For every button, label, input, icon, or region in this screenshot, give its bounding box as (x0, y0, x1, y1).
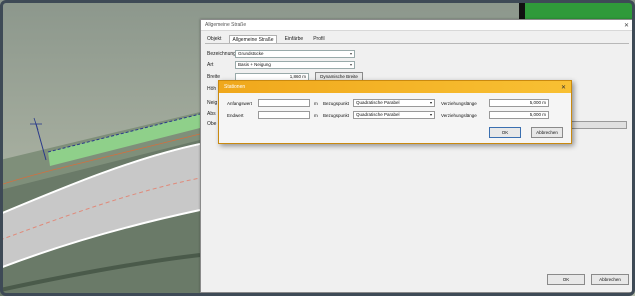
bezugspunkt-label-2: Bezugspunkt (323, 112, 350, 118)
verziehungslaenge-input-2[interactable]: 5,000 m (489, 111, 550, 119)
bezeichnung-combo[interactable]: Grundstücke ▾ (235, 50, 355, 58)
dropdown-arrow-icon: ▾ (430, 100, 433, 105)
row-bezeichnung: Bezeichnung Grundstücke ▾ (207, 50, 355, 58)
bezeichnung-label: Bezeichnung (207, 51, 236, 57)
verziehungslaenge-label-1: Verziehungslänge (441, 100, 477, 106)
verziehungslaenge-input-1[interactable]: 5,000 m (489, 99, 550, 107)
close-icon[interactable]: ✕ (624, 22, 629, 29)
art-combo[interactable]: Basis + Neigung ▾ (235, 61, 355, 69)
close-icon[interactable]: ✕ (561, 84, 566, 91)
ok-button[interactable]: OK (547, 274, 585, 285)
anfangswert-input[interactable] (258, 99, 310, 107)
main-dialog-titlebar[interactable]: Allgemeine Straße ✕ (201, 20, 633, 31)
verziehungslaenge-label-2: Verziehungslänge (441, 112, 477, 118)
toolbar-green-tile (525, 2, 633, 20)
stationen-title: Stationen (224, 84, 246, 90)
art-value: Basis + Neigung (238, 62, 271, 67)
stationen-ok-button[interactable]: OK (489, 127, 521, 138)
stationen-buttons: OK Abbrechen (489, 127, 563, 138)
anfangswert-unit: m (314, 100, 318, 106)
anfangswert-label: Anfangswert (227, 100, 253, 106)
stationen-cancel-button[interactable]: Abbrechen (531, 127, 563, 138)
endwert-label: Endwert (227, 112, 244, 118)
bezugspunkt-select-2[interactable]: Quadratische Parabel ▾ (353, 111, 436, 119)
cancel-button[interactable]: Abbrechen (591, 274, 629, 285)
row-art: Art Basis + Neigung ▾ (207, 61, 355, 69)
bezugspunkt-value-1: Quadratische Parabel (356, 100, 400, 105)
dropdown-arrow-icon: ▾ (430, 112, 433, 117)
endwert-input[interactable] (258, 111, 310, 119)
stationen-dialog: Stationen ✕ Anfangswert m Bezugspunkt Qu… (218, 80, 572, 144)
main-dialog-buttons: OK Abbrechen (547, 274, 629, 285)
endwert-unit: m (314, 112, 318, 118)
bezeichnung-value: Grundstücke (238, 51, 264, 56)
dropdown-arrow-icon: ▾ (349, 62, 352, 67)
stationen-titlebar[interactable]: Stationen ✕ (219, 81, 571, 93)
anfangswert-row: Anfangswert m Bezugspunkt Quadratische P… (227, 99, 550, 107)
main-dialog-title: Allgemeine Straße (205, 22, 247, 28)
art-label: Art (207, 62, 214, 68)
dropdown-arrow-icon: ▾ (349, 51, 352, 56)
bezugspunkt-label-1: Bezugspunkt (323, 100, 350, 106)
endwert-row: Endwert m Bezugspunkt Quadratische Parab… (227, 111, 550, 119)
bezugspunkt-value-2: Quadratische Parabel (356, 112, 400, 117)
tab-divider (205, 43, 629, 44)
main-dialog: Allgemeine Straße ✕ Objekt Allgemeine St… (200, 19, 634, 293)
bezugspunkt-select-1[interactable]: Quadratische Parabel ▾ (353, 99, 436, 107)
